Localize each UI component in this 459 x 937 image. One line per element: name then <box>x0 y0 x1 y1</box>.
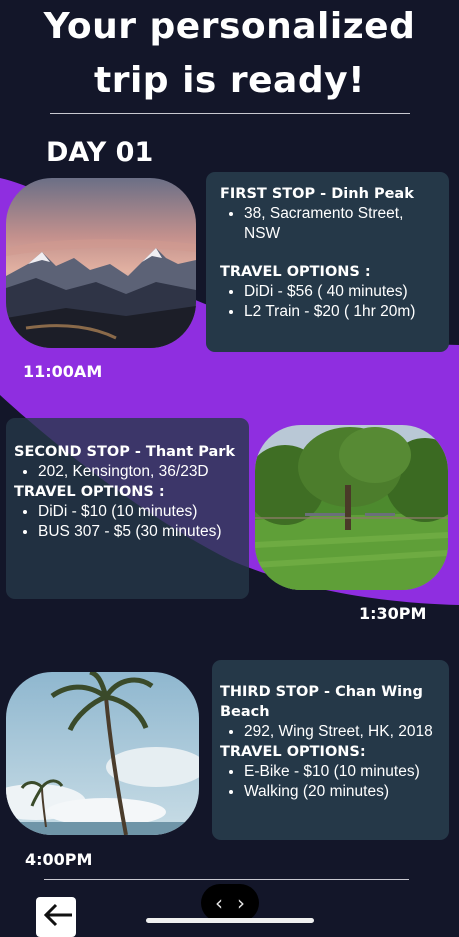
arrow-left-icon <box>43 903 72 927</box>
third-stop-heading: THIRD STOP - Chan Wing Beach <box>220 684 423 720</box>
first-stop-heading: FIRST STOP - Dinh Peak <box>220 186 414 202</box>
first-stop-travel-heading: TRAVEL OPTIONS : <box>220 264 371 280</box>
bottom-divider <box>44 879 409 880</box>
mountain-photo <box>6 178 196 348</box>
second-stop-option-1: DiDi - $10 (10 minutes) <box>38 502 241 522</box>
title-divider <box>50 113 410 114</box>
first-stop-time: 11:00AM <box>23 362 103 381</box>
first-stop-card: FIRST STOP - Dinh Peak 38, Sacramento St… <box>206 172 449 352</box>
beach-photo <box>6 672 199 835</box>
back-button[interactable] <box>36 897 76 937</box>
second-stop-travel-heading: TRAVEL OPTIONS : <box>14 484 165 500</box>
page-title: Your personalized trip is ready! <box>0 4 459 104</box>
park-photo <box>255 425 448 590</box>
page-title-line-1: Your personalized <box>43 6 416 47</box>
first-stop-address-list: 38, Sacramento Street, NSW <box>220 204 437 244</box>
second-stop-heading: SECOND STOP - Thant Park <box>14 444 236 460</box>
third-stop-card: THIRD STOP - Chan Wing Beach 292, Wing S… <box>212 660 449 840</box>
second-stop-option-2: BUS 307 - $5 (30 minutes) <box>38 522 241 542</box>
chevron-right-icon[interactable]: › <box>237 891 245 915</box>
third-stop-time: 4:00PM <box>25 850 93 869</box>
first-stop-address: 38, Sacramento Street, NSW <box>244 204 437 244</box>
third-stop-travel-heading: TRAVEL OPTIONS: <box>220 744 366 760</box>
first-stop-option-1: DiDi - $56 ( 40 minutes) <box>244 282 437 302</box>
page-navigation-pill: ‹ › <box>201 884 259 922</box>
chevron-left-icon[interactable]: ‹ <box>215 891 223 915</box>
third-stop-option-1: E-Bike - $10 (10 minutes) <box>244 762 437 782</box>
day-label: DAY 01 <box>46 137 154 168</box>
first-stop-option-2: L2 Train - $20 ( 1hr 20m) <box>244 302 437 322</box>
second-stop-card: SECOND STOP - Thant Park 202, Kensington… <box>6 418 249 599</box>
first-stop-options: DiDi - $56 ( 40 minutes) L2 Train - $20 … <box>220 282 437 322</box>
second-stop-options: DiDi - $10 (10 minutes) BUS 307 - $5 (30… <box>14 502 241 542</box>
second-stop-time: 1:30PM <box>359 604 427 623</box>
second-stop-address: 202, Kensington, 36/23D <box>38 462 241 482</box>
home-indicator[interactable] <box>146 918 314 923</box>
third-stop-address: 292, Wing Street, HK, 2018 <box>244 722 437 742</box>
third-stop-address-list: 292, Wing Street, HK, 2018 <box>220 722 437 742</box>
third-stop-options: E-Bike - $10 (10 minutes) Walking (20 mi… <box>220 762 437 802</box>
third-stop-option-2: Walking (20 minutes) <box>244 782 437 802</box>
page-title-line-2: trip is ready! <box>93 60 366 101</box>
second-stop-address-list: 202, Kensington, 36/23D <box>14 462 241 482</box>
